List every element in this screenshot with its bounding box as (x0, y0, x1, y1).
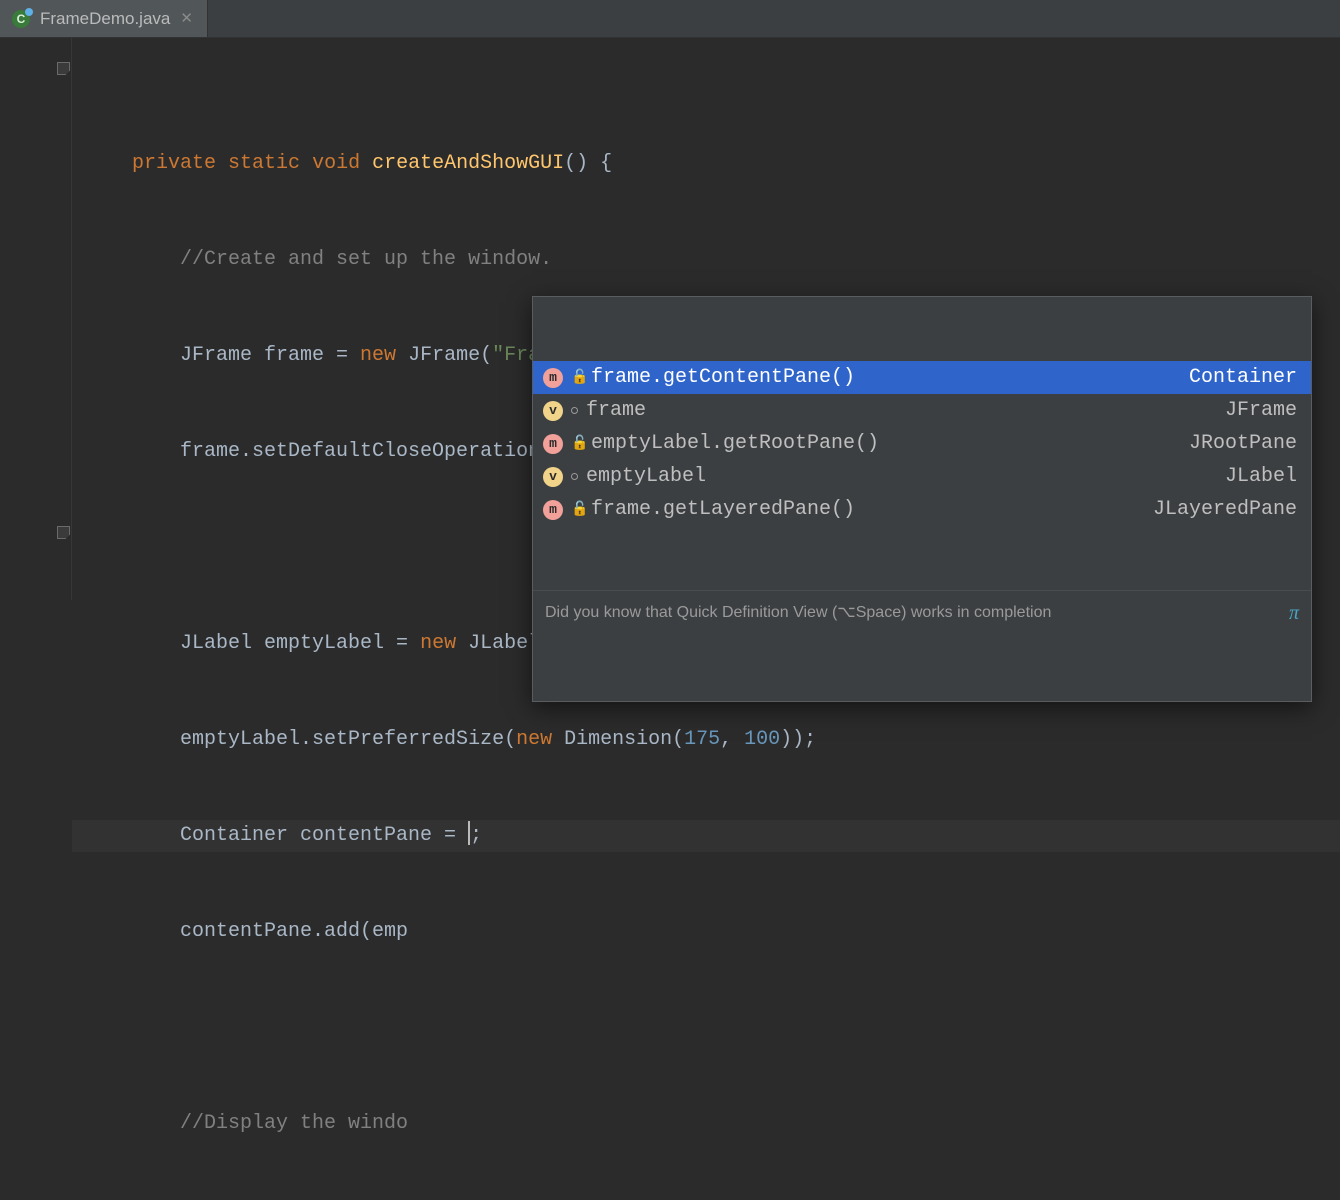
access-public-icon: 🔓 (571, 371, 583, 385)
gutter (0, 38, 72, 600)
completion-label: emptyLabel (586, 461, 706, 493)
variable-badge-icon: v (543, 401, 563, 421)
fold-marker-icon[interactable] (57, 62, 70, 75)
completion-item[interactable]: v emptyLabel JLabel (533, 460, 1311, 493)
tab-filename: FrameDemo.java (40, 9, 170, 29)
completion-label: frame (586, 395, 646, 427)
class-file-icon: C (12, 10, 30, 28)
completion-type: JFrame (1225, 395, 1297, 427)
completion-popup: m 🔓 frame.getContentPane() Container v frame J… (532, 296, 1312, 702)
code-line[interactable] (72, 1012, 1340, 1044)
tab-framedemo[interactable]: C FrameDemo.java ✕ (0, 0, 208, 37)
access-local-icon (571, 473, 578, 480)
code-line[interactable]: private static void createAndShowGUI() { (72, 148, 1340, 180)
completion-label: frame.getLayeredPane() (591, 494, 855, 526)
code-line[interactable]: contentPane.add(emp (72, 916, 1340, 948)
code-line-current[interactable]: Container contentPane = ; (72, 820, 1340, 852)
completion-type: JLayeredPane (1153, 494, 1297, 526)
editor: private static void createAndShowGUI() {… (0, 38, 1340, 600)
code-area[interactable]: private static void createAndShowGUI() {… (72, 38, 1340, 600)
completion-type: JRootPane (1189, 428, 1297, 460)
completion-item[interactable]: m 🔓 frame.getContentPane() Container (533, 361, 1311, 394)
completion-hint: Did you know that Quick Definition View … (533, 590, 1311, 637)
access-public-icon: 🔓 (571, 503, 583, 517)
method-badge-icon: m (543, 368, 563, 388)
code-line[interactable]: //Display the windo (72, 1108, 1340, 1140)
completion-type: Container (1189, 362, 1297, 394)
completion-item[interactable]: m 🔓 emptyLabel.getRootPane() JRootPane (533, 427, 1311, 460)
completion-item[interactable]: m 🔓 frame.getLayeredPane() JLayeredPane (533, 493, 1311, 526)
code-line[interactable]: //Create and set up the window. (72, 244, 1340, 276)
method-badge-icon: m (543, 434, 563, 454)
completion-item[interactable]: v frame JFrame (533, 394, 1311, 427)
completion-label: frame.getContentPane() (591, 362, 855, 394)
code-line[interactable]: emptyLabel.setPreferredSize(new Dimensio… (72, 724, 1340, 756)
completion-type: JLabel (1225, 461, 1297, 493)
access-public-icon: 🔓 (571, 437, 583, 451)
fold-marker-icon[interactable] (57, 526, 70, 539)
hint-text: Did you know that Quick Definition View … (545, 597, 1051, 629)
method-badge-icon: m (543, 500, 563, 520)
close-tab-icon[interactable]: ✕ (180, 11, 193, 26)
tab-bar: C FrameDemo.java ✕ (0, 0, 1340, 38)
variable-badge-icon: v (543, 467, 563, 487)
pi-icon[interactable]: π (1289, 597, 1299, 629)
access-local-icon (571, 407, 578, 414)
completion-label: emptyLabel.getRootPane() (591, 428, 879, 460)
